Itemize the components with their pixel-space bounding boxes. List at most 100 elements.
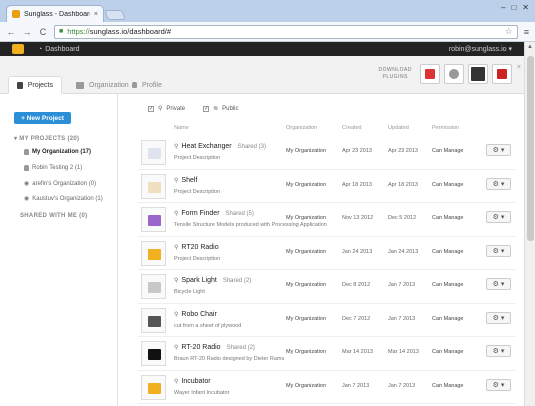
row-settings-button[interactable]: ⚙ ▾	[486, 345, 511, 357]
project-name[interactable]: ⚲ RT20 Radio	[174, 244, 225, 251]
plugins-label: DOWNLOAD PLUGINS	[379, 67, 412, 81]
browser-menu-icon[interactable]: ≡	[524, 27, 529, 37]
sidebar-item-robin-testing[interactable]: Robin Testing 2 (1)	[24, 165, 82, 171]
back-icon[interactable]: ←	[6, 27, 16, 37]
col-updated[interactable]: Updated	[388, 125, 409, 131]
project-created: Dec 7 2012	[342, 315, 371, 322]
user-menu[interactable]: robin@sunglass.io ▾	[449, 45, 512, 53]
project-thumbnail[interactable]	[141, 341, 166, 366]
row-settings-button[interactable]: ⚙ ▾	[486, 244, 511, 257]
thumbnail-shape	[148, 248, 161, 260]
row-settings-button[interactable]: ⚙ ▾	[486, 177, 511, 190]
thumbnail-shape	[148, 215, 161, 226]
col-organization[interactable]: Organization	[286, 125, 317, 131]
project-description: Bicycle Light	[174, 289, 205, 295]
browser-tab[interactable]: Sunglass - Dashboard ×	[6, 5, 104, 22]
private-checkbox[interactable]: ✓	[148, 105, 154, 112]
close-window-icon[interactable]: ✕	[522, 3, 529, 12]
sunglass-favicon-icon	[12, 10, 20, 18]
sidebar: + New Project ▾ MY PROJECTS (20) My Orga…	[0, 94, 118, 406]
new-tab-button[interactable]	[104, 10, 126, 20]
shared-count[interactable]: Shared (2)	[227, 345, 255, 351]
tab-profile[interactable]: Profile	[124, 76, 170, 94]
project-title: Shelf	[181, 176, 198, 184]
my-projects-header[interactable]: ▾ MY PROJECTS (20)	[14, 135, 79, 142]
address-bar[interactable]: ■ https://sunglass.io/dashboard/# ☆	[54, 24, 518, 39]
project-thumbnail[interactable]	[141, 307, 166, 333]
table-row[interactable]: ⚲ Incubator Wayer Infant Incubator My Or…	[138, 371, 516, 404]
table-row[interactable]: ⚲ RT-20 Radio Shared (2) Braun RT-20 Rad…	[138, 337, 516, 371]
scrollbar[interactable]: ▲	[524, 42, 535, 406]
sidebar-item-arefin-organization[interactable]: ◉ arefin's Organization (0)	[24, 180, 96, 188]
project-name[interactable]: ⚲ Heat Exchanger Shared (3)	[174, 143, 266, 150]
plugin-autocad-icon[interactable]	[420, 64, 440, 84]
sidebar-item-my-organization[interactable]: My Organization (17)	[24, 149, 91, 155]
sidebar-item-label: Kaustuv's Organization (1)	[32, 195, 103, 202]
project-description: cut from a sheet of plywood	[174, 322, 242, 329]
project-thumbnail[interactable]	[141, 207, 166, 232]
table-row[interactable]: ⚲ Form Finder Shared (5) Tensile Structu…	[138, 203, 516, 237]
project-created: Jan 24 2013	[342, 248, 373, 255]
plugin-sketchup-icon[interactable]	[468, 64, 488, 84]
table-row[interactable]: ⚲ Robo Chair cut from a sheet of plywood…	[138, 304, 516, 337]
project-name[interactable]: ⚲ Incubator	[174, 378, 217, 385]
row-settings-button[interactable]: ⚙ ▾	[486, 144, 511, 156]
thumbnail-shape	[148, 181, 161, 193]
project-thumbnail[interactable]	[141, 274, 166, 299]
row-settings-button[interactable]: ⚙ ▾	[486, 378, 511, 391]
chevron-down-icon: ▾	[500, 214, 505, 221]
tab-close-icon[interactable]: ×	[94, 11, 98, 18]
project-name[interactable]: ⚲ Robo Chair	[174, 311, 223, 318]
project-title: Incubator	[181, 377, 211, 385]
sunglass-logo-icon[interactable]	[12, 44, 24, 54]
close-plugins-icon[interactable]: ×	[517, 64, 521, 71]
public-filter[interactable]: ✓ ≋ Public	[203, 105, 238, 112]
col-permission[interactable]: Permission	[432, 125, 459, 131]
main-content: + New Project ▾ MY PROJECTS (20) My Orga…	[0, 94, 524, 406]
table-row[interactable]: ⚲ Heat Exchanger Shared (3) Project Desc…	[138, 136, 516, 170]
row-settings-button[interactable]: ⚙ ▾	[486, 278, 511, 290]
shared-count[interactable]: Shared (5)	[226, 211, 254, 217]
sidebar-item-kaustuv-organization[interactable]: ◉ Kaustuv's Organization (1)	[24, 195, 103, 203]
project-thumbnail[interactable]	[141, 173, 166, 199]
public-checkbox[interactable]: ✓	[203, 105, 210, 112]
download-plugins: DOWNLOAD PLUGINS	[379, 64, 512, 84]
chevron-down-icon: ▾	[500, 281, 505, 288]
dashboard-link[interactable]: ◔ Dashboard	[38, 46, 79, 53]
chevron-down-icon: ▾	[500, 381, 505, 389]
forward-icon[interactable]: →	[22, 27, 32, 37]
bookmark-star-icon[interactable]: ☆	[505, 26, 513, 37]
table-row[interactable]: ⚲ Shelf Project Description My Organizat…	[138, 170, 516, 203]
project-thumbnail[interactable]	[141, 140, 166, 165]
project-name[interactable]: ⚲ Shelf	[174, 177, 203, 184]
table-row[interactable]: ⚲ RT20 Radio Project Description My Orga…	[138, 237, 516, 270]
reload-icon[interactable]: C	[38, 27, 48, 37]
col-created[interactable]: Created	[342, 125, 362, 131]
tab-projects[interactable]: Projects	[8, 76, 62, 94]
shared-count[interactable]: Shared (3)	[238, 144, 266, 150]
shared-with-me-header[interactable]: SHARED WITH ME (0)	[20, 213, 87, 219]
minimize-icon[interactable]: –	[501, 3, 505, 12]
scroll-up-icon[interactable]: ▲	[527, 44, 533, 50]
maximize-icon[interactable]: □	[511, 3, 516, 12]
new-project-button[interactable]: + New Project	[14, 112, 71, 124]
plugin-rhino-icon[interactable]	[444, 64, 464, 84]
shared-count[interactable]: Shared (2)	[223, 278, 251, 284]
project-name[interactable]: ⚲ Form Finder Shared (5)	[174, 210, 254, 217]
project-thumbnail[interactable]	[141, 374, 166, 400]
private-filter[interactable]: ✓ ⚲ Private	[148, 105, 185, 112]
col-name[interactable]: Name	[174, 125, 189, 131]
project-name[interactable]: ⚲ Spark Light Shared (2)	[174, 277, 251, 284]
chevron-down-icon: ▾	[500, 348, 505, 355]
project-title: RT-20 Radio	[181, 344, 221, 351]
lock-key-icon: ⚲	[158, 106, 163, 112]
project-name[interactable]: ⚲ RT-20 Radio Shared (2)	[174, 344, 255, 351]
table-row[interactable]: ⚲ Spark Light Shared (2) Bicycle Light M…	[138, 270, 516, 304]
url-scheme: https://	[67, 27, 90, 36]
row-settings-button[interactable]: ⚙ ▾	[486, 211, 511, 223]
dashboard-gauge-icon: ◔	[38, 45, 43, 53]
project-thumbnail[interactable]	[141, 240, 166, 266]
plugin-solidworks-icon[interactable]	[492, 64, 512, 84]
row-settings-button[interactable]: ⚙ ▾	[486, 311, 511, 324]
scroll-thumb[interactable]	[527, 56, 534, 241]
